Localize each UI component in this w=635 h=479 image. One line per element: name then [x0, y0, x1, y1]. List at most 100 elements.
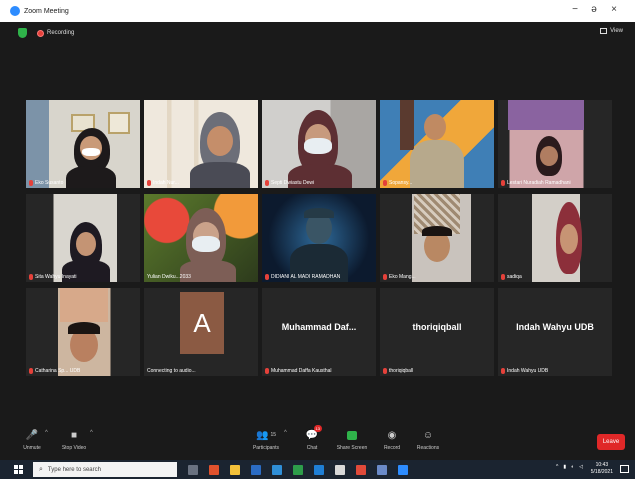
- zoom-window: Zoom Meeting − ǝ × Recording View Eko Su…: [0, 0, 635, 479]
- video-tile[interactable]: Muhammad Daf... Muhammad Daffa Kausthal: [262, 288, 376, 376]
- volume-icon[interactable]: ◁: [579, 464, 583, 470]
- participant-display-name: thoriqiqball: [412, 322, 462, 332]
- battery-icon[interactable]: ▮: [563, 464, 566, 470]
- participant-name: sadiqa: [501, 274, 522, 280]
- mic-muted-icon: [383, 274, 387, 280]
- video-tile[interactable]: DIDIANI AL MADI RAMADHAN: [262, 194, 376, 282]
- video-tile[interactable]: thoriqiqball thoriqiqball: [380, 288, 494, 376]
- mic-muted-icon: [501, 368, 505, 374]
- zoom-taskbar-icon[interactable]: [398, 464, 408, 475]
- grid-view-icon: [600, 28, 608, 34]
- stop-video-button[interactable]: ■ Stop Video: [54, 428, 94, 452]
- mic-muted-icon: [383, 180, 387, 186]
- mic-muted-icon: [501, 274, 505, 280]
- chrome-browser-icon[interactable]: [356, 464, 366, 475]
- word-app-icon[interactable]: [251, 464, 261, 475]
- participant-name: Connecting to audio...: [147, 368, 196, 374]
- chevron-up-icon[interactable]: ^: [556, 464, 558, 470]
- mic-muted-icon: [501, 180, 505, 186]
- leave-button[interactable]: Leave: [597, 434, 625, 450]
- participant-name: DIDIANI AL MADI RAMADHAN: [265, 274, 340, 280]
- title-bar: Zoom Meeting − ǝ ×: [0, 0, 635, 22]
- mail-app-icon[interactable]: [314, 464, 324, 475]
- video-tile[interactable]: Septi Dwiastu Dewi: [262, 100, 376, 188]
- view-label: View: [610, 28, 623, 34]
- recording-icon: [37, 29, 44, 37]
- mic-muted-icon: [29, 368, 33, 374]
- video-camera-icon: ■: [70, 429, 78, 441]
- participant-name: Eko Susanto: [29, 180, 63, 186]
- participants-button[interactable]: 👥 15 Participants: [246, 428, 286, 452]
- participant-name: Catharina Sp... UDB: [29, 368, 80, 374]
- notifications-icon[interactable]: [620, 465, 629, 473]
- mic-muted-icon: [29, 274, 33, 280]
- windows-taskbar: ⌕ Type here to search ^ ▮ ◐ ◁ 10:43 5/18…: [0, 460, 635, 479]
- participant-name: Eko Mang...: [383, 274, 416, 280]
- view-button[interactable]: View: [600, 28, 623, 34]
- participants-icon: 👥 15: [255, 429, 276, 441]
- mic-muted-icon: [29, 180, 33, 186]
- participant-name: Yulian Dwiku...2033: [147, 274, 191, 280]
- meeting-toolbar: 🎤 Unmute ^ ■ Stop Video ^ 👥 15 Participan…: [0, 422, 635, 460]
- mic-muted-icon: [147, 180, 151, 186]
- participant-name: thoriqiqball: [383, 368, 413, 374]
- window-title: Zoom Meeting: [24, 7, 69, 15]
- video-tile[interactable]: A Connecting to audio...: [144, 288, 258, 376]
- reactions-icon: ☺: [422, 429, 434, 441]
- participant-name: Lestari Nuradiah Ramadhani: [501, 180, 571, 186]
- video-tile[interactable]: Sita Wahyu Inayati: [26, 194, 140, 282]
- mic-muted-icon: [265, 368, 269, 374]
- store-app-icon[interactable]: [335, 464, 345, 475]
- participant-name: Indah Wahyu UDB: [501, 368, 548, 374]
- participant-name: Indah Nur...: [147, 180, 179, 186]
- reactions-button[interactable]: ☺ Reactions: [408, 428, 448, 452]
- mic-muted-icon: [265, 180, 269, 186]
- excel-app-icon[interactable]: [293, 464, 303, 475]
- record-button[interactable]: ◉ Record: [372, 428, 412, 452]
- network-icon[interactable]: ◐: [571, 464, 574, 470]
- participant-name: Septi Dwiastu Dewi: [265, 180, 314, 186]
- microphone-muted-icon: 🎤: [25, 429, 39, 441]
- maximize-button[interactable]: ǝ: [584, 4, 604, 15]
- video-tile[interactable]: Catharina Sp... UDB: [26, 288, 140, 376]
- video-tile[interactable]: Lestari Nuradiah Ramadhani: [498, 100, 612, 188]
- chat-unread-badge: 13: [313, 425, 322, 432]
- taskbar-clock[interactable]: 10:43 5/18/2021: [591, 462, 613, 476]
- video-tile[interactable]: Sopansy...: [380, 100, 494, 188]
- video-tile[interactable]: sadiqa: [498, 194, 612, 282]
- share-screen-button[interactable]: Share Screen: [332, 428, 372, 451]
- video-options-caret[interactable]: ^: [90, 430, 93, 436]
- video-tile-active-speaker[interactable]: Yulian Dwiku...2033: [144, 194, 258, 282]
- video-tile[interactable]: Indah Nur...: [144, 100, 258, 188]
- office-app-icon[interactable]: [209, 464, 219, 475]
- video-tile[interactable]: Indah Wahyu UDB Indah Wahyu UDB: [498, 288, 612, 376]
- close-button[interactable]: ×: [604, 4, 624, 15]
- edge-browser-icon[interactable]: [272, 464, 282, 475]
- search-icon: ⌕: [39, 465, 43, 473]
- share-screen-icon: [347, 428, 357, 442]
- system-tray: ^ ▮ ◐ ◁: [556, 464, 583, 470]
- video-tile[interactable]: Eko Susanto: [26, 100, 140, 188]
- meeting-info-bar: Recording View: [0, 22, 635, 44]
- security-shield-icon[interactable]: [18, 28, 27, 38]
- file-explorer-icon[interactable]: [230, 464, 240, 475]
- record-icon: ◉: [387, 429, 397, 441]
- participant-display-name: Indah Wahyu UDB: [516, 322, 594, 332]
- recording-label: Recording: [47, 30, 75, 36]
- participant-name: Sita Wahyu Inayati: [29, 274, 77, 280]
- photos-app-icon[interactable]: [377, 464, 387, 475]
- participants-options-caret[interactable]: ^: [284, 430, 287, 436]
- minimize-button[interactable]: −: [565, 4, 585, 15]
- taskbar-search-box[interactable]: ⌕ Type here to search: [33, 462, 177, 477]
- mic-muted-icon: [383, 368, 387, 374]
- video-tile[interactable]: Eko Mang...: [380, 194, 494, 282]
- windows-start-icon[interactable]: [14, 465, 23, 474]
- participant-name: Muhammad Daffa Kausthal: [265, 368, 332, 374]
- audio-options-caret[interactable]: ^: [45, 430, 48, 436]
- participant-name: Sopansy...: [383, 180, 412, 186]
- task-view-icon[interactable]: [188, 464, 198, 475]
- zoom-app-icon: [10, 6, 20, 16]
- participant-avatar: A: [180, 292, 224, 354]
- participant-display-name: Muhammad Daf...: [281, 322, 357, 332]
- chat-button[interactable]: 💬 13 Chat: [292, 425, 332, 451]
